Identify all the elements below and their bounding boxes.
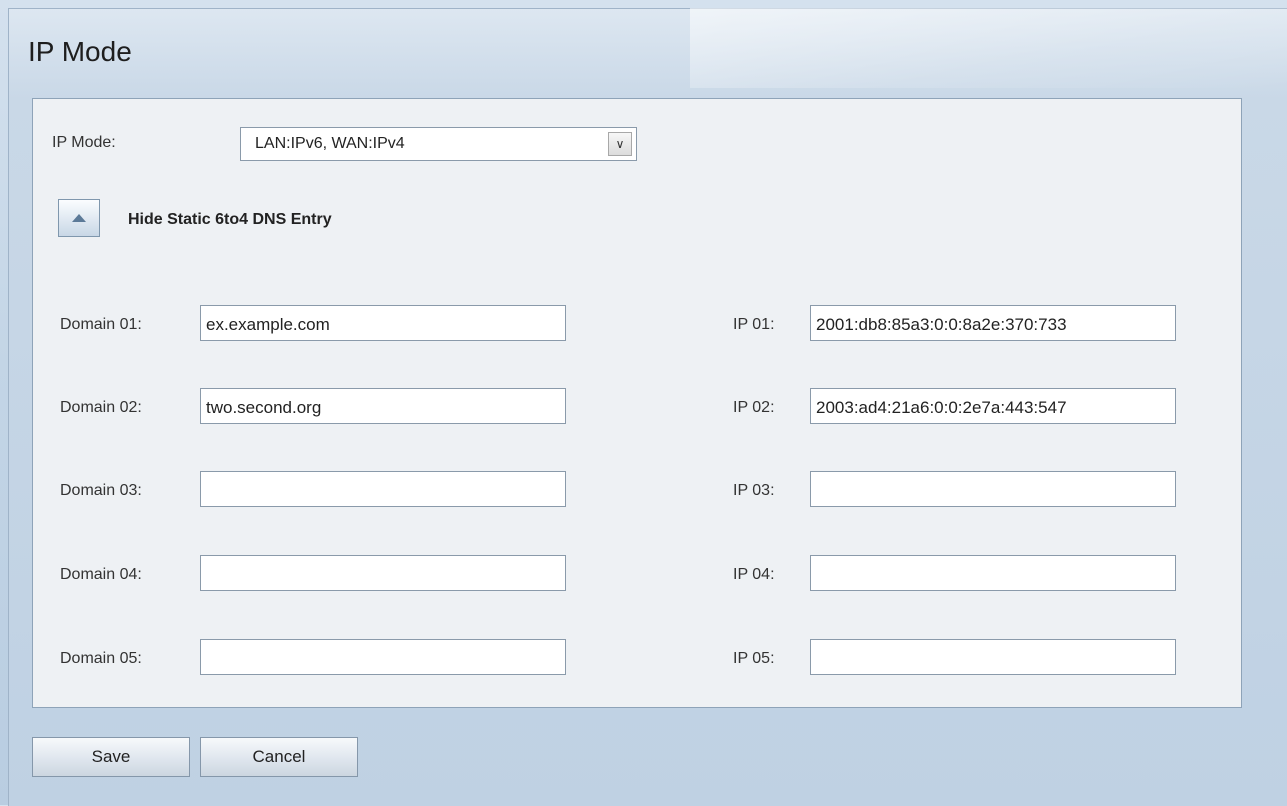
ip-field-02[interactable]: 2003:ad4:21a6:0:0:2e7a:443:547 (810, 388, 1176, 424)
cancel-button[interactable]: Cancel (200, 737, 358, 777)
header-sheen (690, 8, 1287, 88)
domain-field-01[interactable]: ex.example.com (200, 305, 566, 341)
ip-label-05: IP 05: (733, 650, 775, 667)
ip-field-03[interactable] (810, 471, 1176, 507)
ip-field-04[interactable] (810, 555, 1176, 591)
domain-field-05[interactable] (200, 639, 566, 675)
ip-field-01[interactable]: 2001:db8:85a3:0:0:8a2e:370:733 (810, 305, 1176, 341)
ip-label-01: IP 01: (733, 316, 775, 333)
ip-mode-label: IP Mode: (52, 134, 116, 151)
ip-label-04: IP 04: (733, 566, 775, 583)
chevron-up-icon (72, 214, 86, 222)
ip-mode-select[interactable]: LAN:IPv6, WAN:IPv4 ∨ (240, 127, 637, 161)
save-button[interactable]: Save (32, 737, 190, 777)
domain-label-04: Domain 04: (60, 566, 142, 583)
ip-label-02: IP 02: (733, 399, 775, 416)
section-label: Hide Static 6to4 DNS Entry (128, 211, 332, 228)
domain-label-02: Domain 02: (60, 399, 142, 416)
chevron-down-icon[interactable]: ∨ (608, 132, 632, 156)
domain-field-03[interactable] (200, 471, 566, 507)
domain-label-03: Domain 03: (60, 482, 142, 499)
domain-field-02[interactable]: two.second.org (200, 388, 566, 424)
ip-mode-value: LAN:IPv6, WAN:IPv4 (255, 135, 405, 152)
toggle-dns-entry-button[interactable] (58, 199, 100, 237)
domain-field-04[interactable] (200, 555, 566, 591)
page-title: IP Mode (28, 36, 132, 67)
domain-label-05: Domain 05: (60, 650, 142, 667)
ip-label-03: IP 03: (733, 482, 775, 499)
domain-label-01: Domain 01: (60, 316, 142, 333)
ip-field-05[interactable] (810, 639, 1176, 675)
